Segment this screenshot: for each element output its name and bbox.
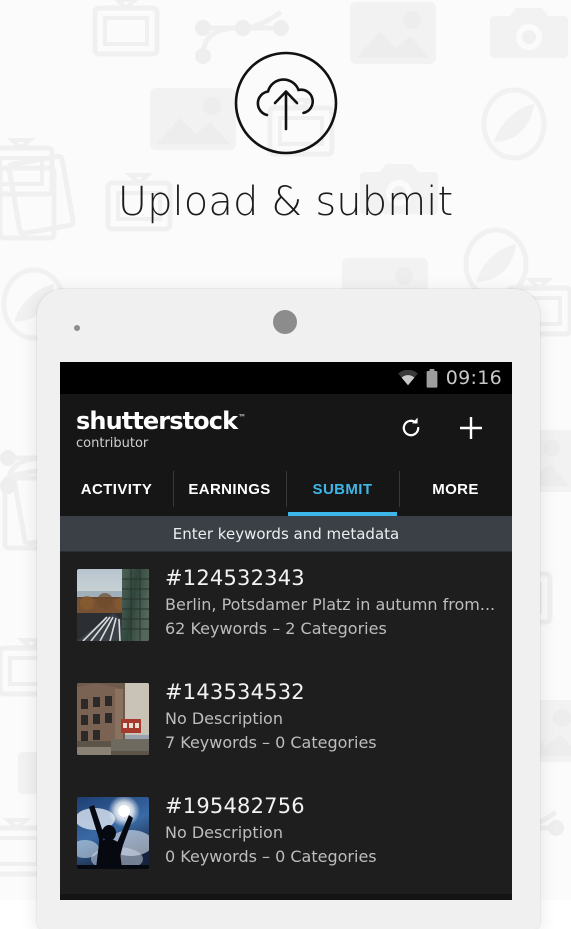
submission-meta: 62 Keywords – 2 Categories <box>165 619 387 638</box>
berlin-potsdamer-platz-thumbnail <box>77 569 149 641</box>
tab-activity-label: ACTIVITY <box>80 480 153 498</box>
phone-screen: 09:16 shutterstock™ contributor ACTIVITY… <box>60 362 512 900</box>
proximity-sensor-icon <box>74 325 80 331</box>
submission-meta: 7 Keywords – 0 Categories <box>165 733 377 752</box>
submission-id: #195482756 <box>165 794 305 818</box>
tab-submit-label: SUBMIT <box>312 480 373 498</box>
add-button[interactable] <box>456 413 486 443</box>
app-bar-actions <box>396 413 512 443</box>
status-bar: 09:16 <box>60 362 512 394</box>
tab-earnings[interactable]: EARNINGS <box>173 462 286 516</box>
plus-icon <box>460 417 482 439</box>
promo-hero: Upload & submit <box>0 0 571 300</box>
brand-wordmark: shutterstock <box>76 406 238 435</box>
list-item[interactable]: #195482756 No Description 0 Keywords – 0… <box>60 780 512 894</box>
brand-subtitle: contributor <box>76 435 149 451</box>
list-item-text: #124532343 Berlin, Potsdamer Platz in au… <box>165 566 495 641</box>
list-item-text: #143534532 No Description 7 Keywords – 0… <box>165 680 377 755</box>
submission-description: No Description <box>165 823 283 842</box>
list-item-text: #195482756 No Description 0 Keywords – 0… <box>165 794 377 869</box>
earpiece-speaker-icon <box>273 310 297 334</box>
cloud-upload-icon <box>234 51 337 155</box>
tab-more[interactable]: MORE <box>399 462 512 516</box>
tab-activity[interactable]: ACTIVITY <box>60 462 173 516</box>
shutterstock-logo: shutterstock™ <box>76 405 246 434</box>
refresh-button[interactable] <box>396 413 426 443</box>
promo-headline: Upload & submit <box>117 179 454 225</box>
refresh-icon <box>402 417 420 437</box>
trademark-symbol: ™ <box>238 412 247 422</box>
submission-list: #124532343 Berlin, Potsdamer Platz in au… <box>60 552 512 894</box>
submission-id: #124532343 <box>165 566 305 590</box>
tab-more-label: MORE <box>432 480 479 498</box>
tab-earnings-label: EARNINGS <box>188 480 271 498</box>
battery-icon <box>426 368 438 388</box>
list-item[interactable]: #124532343 Berlin, Potsdamer Platz in au… <box>60 552 512 666</box>
wifi-icon <box>397 370 419 386</box>
list-item[interactable]: #143534532 No Description 7 Keywords – 0… <box>60 666 512 780</box>
app-bar: shutterstock™ contributor <box>60 394 512 462</box>
brand-block: shutterstock™ contributor <box>76 405 246 452</box>
submission-id: #143534532 <box>165 680 305 704</box>
tab-underline-active <box>288 512 397 516</box>
hint-bar: Enter keywords and metadata <box>60 516 512 552</box>
hint-bar-text: Enter keywords and metadata <box>172 524 400 543</box>
status-clock: 09:16 <box>445 367 502 389</box>
tab-bar: ACTIVITY EARNINGS SUBMIT MORE <box>60 462 512 516</box>
submission-description: Berlin, Potsdamer Platz in autumn from..… <box>165 595 495 614</box>
submission-meta: 0 Keywords – 0 Categories <box>165 847 377 866</box>
tab-submit[interactable]: SUBMIT <box>286 462 399 516</box>
submission-description: No Description <box>165 709 283 728</box>
statue-silhouette-sky-thumbnail <box>77 797 149 869</box>
old-building-facade-thumbnail <box>77 683 149 755</box>
